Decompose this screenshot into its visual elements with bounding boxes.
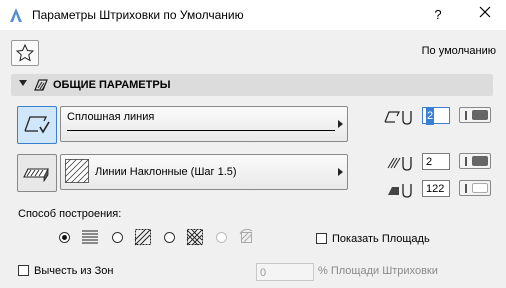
favorites-button[interactable] — [11, 40, 39, 66]
horizontal-lines-icon — [80, 228, 100, 249]
contour-pen-value: 2 — [426, 108, 435, 125]
construction-option-radio-1[interactable] — [59, 232, 70, 243]
background-pen-input[interactable]: 122 — [422, 180, 450, 197]
construction-option-radio-3[interactable] — [164, 232, 175, 243]
fill-pen-value: 2 — [426, 156, 433, 168]
subtract-from-zones-checkbox[interactable] — [18, 265, 29, 276]
crosshatch-icon — [185, 228, 205, 249]
title-bar: Параметры Штриховки по Умолчанию ? — [0, 0, 506, 30]
default-settings-label: По умолчанию — [421, 45, 496, 57]
solid-line-preview — [67, 130, 335, 131]
fill-pattern-icon — [23, 168, 49, 183]
archicad-app-icon — [8, 7, 24, 23]
contour-check-icon — [24, 116, 50, 134]
hatch-area-percent-label: % Площади Штриховки — [318, 265, 438, 277]
rotate-hatch-icon — [237, 228, 257, 249]
construction-method-label: Способ построения: — [18, 208, 122, 220]
contour-pen-toggle[interactable] — [459, 107, 491, 123]
general-settings-section-header[interactable]: ОБЩИЕ ПАРАМЕТРЫ — [11, 74, 493, 96]
hatch-area-percent-value: 0 — [260, 267, 267, 279]
line-type-select[interactable]: Сплошная линия — [60, 106, 348, 142]
line-type-label: Сплошная линия — [67, 111, 155, 123]
fill-type-select[interactable]: Линии Наклонные (Шаг 1.5) — [60, 154, 348, 190]
fill-pen-icon — [386, 154, 416, 175]
close-button[interactable] — [472, 4, 498, 26]
diagonal-hatch-icon — [133, 228, 153, 249]
fill-pen-input[interactable]: 2 — [422, 153, 450, 170]
contour-toggle-button[interactable] — [17, 106, 57, 144]
background-pen-toggle[interactable] — [459, 180, 491, 196]
subtract-from-zones-label: Вычесть из Зон — [34, 265, 114, 277]
close-icon — [479, 6, 491, 18]
fill-pen-toggle[interactable] — [459, 153, 491, 169]
background-pen-icon — [386, 181, 416, 202]
show-area-checkbox[interactable] — [316, 233, 327, 244]
help-button[interactable]: ? — [428, 4, 448, 26]
fill-pattern-button[interactable] — [17, 154, 57, 192]
star-icon — [15, 43, 35, 62]
background-pen-value: 122 — [426, 183, 445, 195]
hatch-tool-icon — [33, 78, 49, 95]
contour-pen-input[interactable]: 2 — [422, 107, 450, 125]
show-area-label: Показать Площадь — [332, 233, 430, 245]
construction-option-radio-2[interactable] — [112, 232, 123, 243]
construction-option-radio-4[interactable] — [216, 232, 227, 243]
fill-type-label: Линии Наклонные (Шаг 1.5) — [95, 166, 237, 178]
section-title: ОБЩИЕ ПАРАМЕТРЫ — [53, 79, 171, 91]
chevron-right-icon — [338, 120, 343, 128]
window-title: Параметры Штриховки по Умолчанию — [32, 8, 244, 22]
collapse-triangle-icon[interactable] — [19, 80, 27, 86]
chevron-right-icon — [338, 168, 343, 176]
hatch-area-percent-input[interactable]: 0 — [256, 263, 314, 281]
contour-pen-icon — [383, 108, 417, 129]
diagonal-lines-icon — [64, 158, 90, 186]
